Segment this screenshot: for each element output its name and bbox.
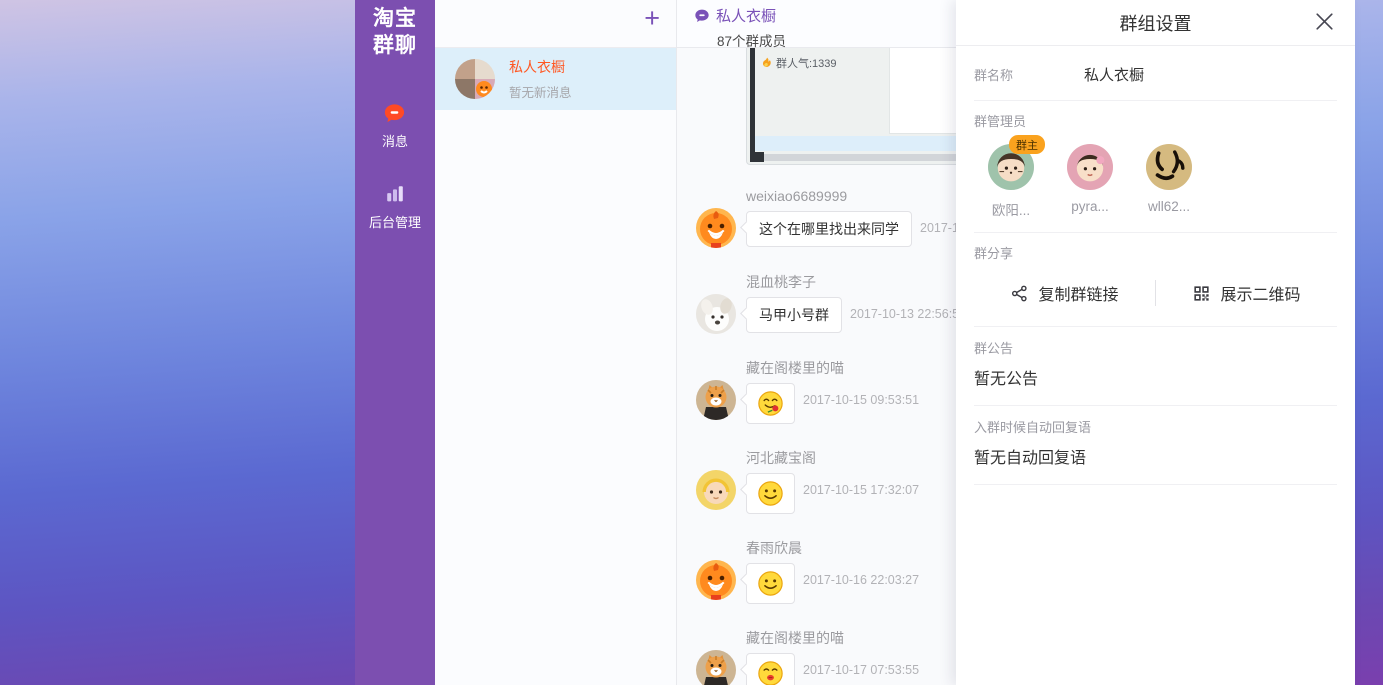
message-rows: weixiao6689999 这个在哪里找出来同学 2017-1 混血桃李子 马… <box>677 187 956 685</box>
message-row: 藏在阁楼里的喵 2017-10-15 09:53:51 <box>677 359 956 424</box>
message-avatar[interactable] <box>696 294 736 334</box>
group-share-label: 群分享 <box>974 243 1337 262</box>
thumbnail-caption: 群人气:1339 <box>762 55 837 71</box>
message-sender: 河北藏宝阁 <box>746 449 919 468</box>
message-row: weixiao6689999 这个在哪里找出来同学 2017-1 <box>677 187 956 248</box>
sidebar-item-label: 消息 <box>382 131 408 150</box>
thumbnail-scrollbar <box>755 154 956 161</box>
chat-list-header: + <box>435 0 676 48</box>
message-bubble <box>746 653 795 685</box>
chat-item-subtitle: 暂无新消息 <box>509 82 572 101</box>
group-announcement-value: 暂无公告 <box>974 365 1337 389</box>
group-share-section: 群分享 复制群链接 展示二维码 <box>974 233 1337 327</box>
thumbnail-caption-text: 群人气:1339 <box>776 55 837 71</box>
bar-chart-icon <box>384 182 406 206</box>
message-row: 混血桃李子 马甲小号群 2017-10-13 22:56:5 <box>677 273 956 334</box>
message-avatar[interactable] <box>696 470 736 510</box>
message-avatar[interactable] <box>696 380 736 420</box>
auto-reply-value: 暂无自动回复语 <box>974 444 1337 468</box>
group-avatar <box>455 59 495 99</box>
chat-main-panel: 私人衣橱 87个群成员 群人气:1339 weixiao6689999 这个在哪… <box>676 0 956 685</box>
app-logo-line1: 淘宝 <box>355 5 435 32</box>
chat-header: 私人衣橱 87个群成员 <box>677 0 956 48</box>
admin-list: 群主 欧阳... pyra... wll62... <box>974 144 1337 219</box>
sidebar-item-messages[interactable]: 消息 <box>382 101 408 150</box>
admin-item[interactable]: pyra... <box>1064 144 1116 219</box>
copy-group-link-button[interactable]: 复制群链接 <box>974 281 1155 305</box>
message-time: 2017-1 <box>920 221 956 235</box>
group-settings-panel: 群组设置 群名称 私人衣橱 群管理员 群主 欧阳... pyra... wll6… <box>956 0 1355 685</box>
app-logo-line2: 群聊 <box>355 32 435 59</box>
message-time: 2017-10-16 22:03:27 <box>803 573 919 587</box>
message-sender: 混血桃李子 <box>746 273 956 292</box>
group-name-label: 群名称 <box>974 65 1084 84</box>
admin-name: 欧阳... <box>992 199 1030 219</box>
message-row: 藏在阁楼里的喵 2017-10-17 07:53:55 <box>677 629 956 685</box>
show-qr-code-button[interactable]: 展示二维码 <box>1156 281 1337 305</box>
sidebar-item-admin[interactable]: 后台管理 <box>369 182 421 231</box>
auto-reply-label: 入群时候自动回复语 <box>974 417 1337 436</box>
message-bubble <box>746 563 795 604</box>
app-logo: 淘宝 群聊 <box>355 0 435 59</box>
message-avatar[interactable] <box>696 560 736 600</box>
qrcode-icon <box>1192 284 1211 303</box>
admin-name: wll62... <box>1148 199 1190 214</box>
message-time: 2017-10-15 09:53:51 <box>803 393 919 407</box>
chat-list-panel: + 私人衣橱 暂无新消息 <box>435 0 676 685</box>
message-bubble <box>746 473 795 514</box>
message-avatar[interactable] <box>696 208 736 248</box>
close-icon[interactable] <box>1309 6 1339 36</box>
message-time: 2017-10-15 17:32:07 <box>803 483 919 497</box>
message-time: 2017-10-13 22:56:5 <box>850 307 956 321</box>
message-sender: 藏在阁楼里的喵 <box>746 359 919 378</box>
group-announcement-section: 群公告 暂无公告 <box>974 327 1337 406</box>
admin-avatar <box>1067 144 1113 190</box>
message-row: 河北藏宝阁 2017-10-15 17:32:07 <box>677 449 956 514</box>
owner-badge: 群主 <box>1009 135 1045 154</box>
thumbnail-window-panel <box>889 48 956 134</box>
copy-group-link-label: 复制群链接 <box>1038 281 1118 305</box>
chat-item-name: 私人衣橱 <box>509 57 572 77</box>
chat-member-count: 87个群成员 <box>717 30 956 50</box>
message-bubble: 这个在哪里找出来同学 <box>746 211 912 247</box>
group-announcement-label: 群公告 <box>974 338 1337 357</box>
message-time: 2017-10-17 07:53:55 <box>803 663 919 677</box>
settings-titlebar: 群组设置 <box>956 0 1355 46</box>
flame-icon <box>762 57 772 69</box>
message-sender: 春雨欣晨 <box>746 539 919 558</box>
sidebar-item-label: 后台管理 <box>369 212 421 231</box>
admin-name: pyra... <box>1071 199 1109 214</box>
share-icon <box>1010 284 1029 303</box>
message-sender: 藏在阁楼里的喵 <box>746 629 919 648</box>
message-bubble-icon <box>383 101 406 125</box>
group-admins-label: 群管理员 <box>974 111 1337 130</box>
message-bubble: 马甲小号群 <box>746 297 842 333</box>
group-name-value: 私人衣橱 <box>1084 64 1144 85</box>
image-message-thumbnail[interactable]: 群人气:1339 <box>746 48 956 165</box>
thumbnail-dark-corner <box>750 152 764 162</box>
add-group-button[interactable]: + <box>640 3 664 33</box>
message-bubble <box>746 383 795 424</box>
admin-item[interactable]: 群主 欧阳... <box>985 144 1037 219</box>
admin-avatar <box>1146 144 1192 190</box>
message-sender: weixiao6689999 <box>746 187 956 206</box>
show-qr-code-label: 展示二维码 <box>1220 281 1300 305</box>
message-row: 春雨欣晨 2017-10-16 22:03:27 <box>677 539 956 604</box>
chat-list-item-selected[interactable]: 私人衣橱 暂无新消息 <box>435 48 676 110</box>
admin-item[interactable]: wll62... <box>1143 144 1195 219</box>
settings-title: 群组设置 <box>956 0 1355 36</box>
group-bubble-icon <box>694 8 710 24</box>
group-name-row: 群名称 私人衣橱 <box>974 46 1337 101</box>
sidebar-nav: 消息 后台管理 <box>355 101 435 231</box>
message-list: 群人气:1339 weixiao6689999 这个在哪里找出来同学 2017-… <box>677 48 956 685</box>
auto-reply-section: 入群时候自动回复语 暂无自动回复语 <box>974 406 1337 485</box>
chat-title: 私人衣橱 <box>716 5 776 26</box>
thumbnail-highlight-row <box>755 136 956 151</box>
group-admins-section: 群管理员 群主 欧阳... pyra... wll62... <box>974 101 1337 233</box>
message-avatar[interactable] <box>696 650 736 685</box>
app-sidebar: 淘宝 群聊 消息 后台管理 <box>355 0 435 685</box>
